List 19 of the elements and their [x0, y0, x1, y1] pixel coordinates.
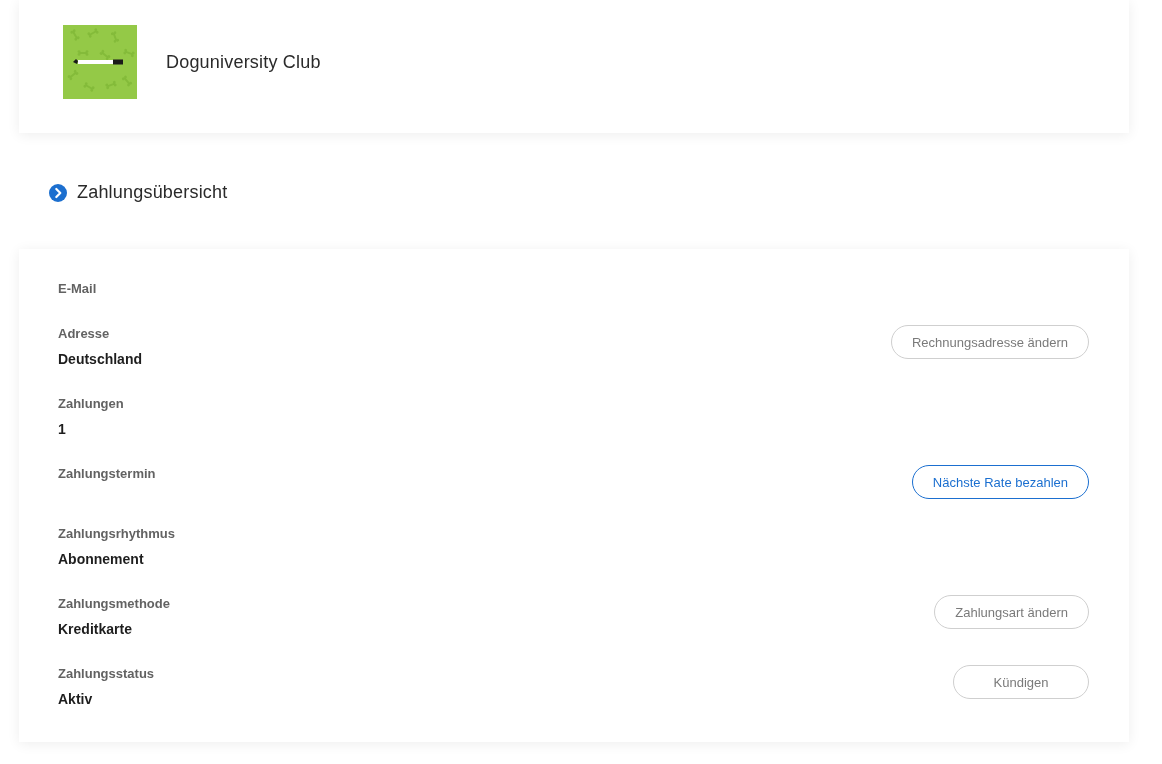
- field-label: E-Mail: [58, 280, 97, 298]
- action-button[interactable]: Zahlungsart ändern: [934, 595, 1089, 629]
- action-button[interactable]: Rechnungsadresse ändern: [890, 325, 1089, 359]
- field-value: Deutschland: [58, 350, 142, 369]
- field-label: Adresse: [58, 325, 111, 343]
- field-label: Zahlungsstatus: [58, 665, 155, 683]
- field-label: Zahlungstermin: [58, 465, 156, 483]
- field-value: 1: [58, 420, 67, 439]
- action-button[interactable]: Kündigen: [953, 665, 1089, 699]
- club-name: Doguniversity Club: [166, 51, 321, 73]
- field-label: Zahlungsrhythmus: [58, 525, 175, 543]
- field-value: Kreditkarte: [58, 620, 133, 639]
- field-value: Abonnement: [58, 550, 145, 569]
- field-label: Zahlungen: [58, 395, 124, 413]
- section-title: Zahlungsübersicht: [77, 182, 228, 203]
- chevron-right-icon: [49, 183, 67, 202]
- pay-button[interactable]: Nächste Rate bezahlen: [911, 465, 1089, 499]
- field-label: Zahlungsmethode: [58, 595, 170, 613]
- field-value: Aktiv: [58, 690, 94, 709]
